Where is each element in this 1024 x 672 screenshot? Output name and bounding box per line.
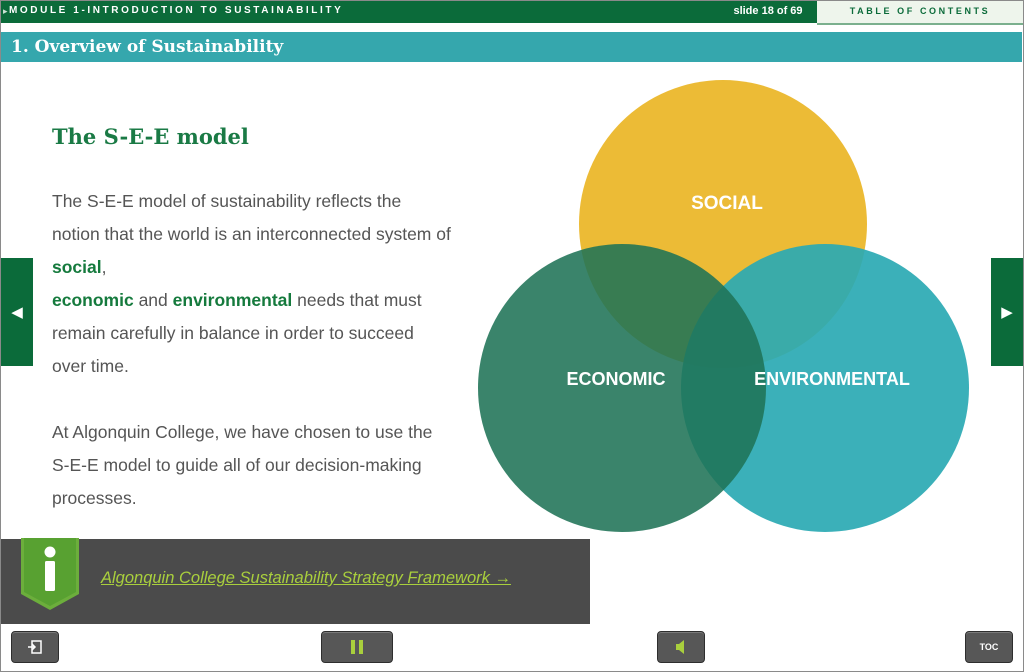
section-bar: 1. Overview of Sustainability [1,32,1022,62]
pause-button[interactable] [321,631,393,663]
see-venn-diagram: SOCIAL ECONOMIC ENVIRONMENTAL [478,80,969,532]
table-of-contents-tab[interactable]: TABLE OF CONTENTS [817,1,1023,25]
top-bar: ▸ MODULE 1-INTRODUCTION TO SUSTAINABILIT… [1,1,1023,25]
toc-button[interactable]: TOC [965,631,1013,663]
social-label: SOCIAL [691,193,763,214]
exit-button[interactable] [11,631,59,663]
arrow-right-icon: ▶ [1001,304,1013,321]
audio-button[interactable] [657,631,705,663]
paragraph-see-model: The S-E-E model of sustainability reflec… [52,185,452,383]
module-title: MODULE 1-INTRODUCTION TO SUSTAINABILITY [9,5,344,16]
slide-counter: slide 18 of 69 [733,5,803,17]
section-title: 1. Overview of Sustainability [11,37,284,57]
environmental-keyword: environmental [172,290,293,310]
environmental-label: ENVIRONMENTAL [754,369,910,389]
arrow-left-icon: ◀ [11,304,23,321]
para1-and: and [133,290,173,310]
next-slide-button[interactable]: ▶ [991,258,1023,366]
speaker-icon [676,640,684,654]
social-keyword: social [52,257,102,277]
pause-icon [351,640,363,654]
para1-text-1: The S-E-E model of sustainability reflec… [52,191,451,244]
info-icon [21,538,79,610]
economic-label: ECONOMIC [567,369,666,389]
exit-icon [28,640,42,654]
economic-keyword: economic [52,290,134,310]
para1-comma: , [101,257,107,277]
strategy-framework-link[interactable]: Algonquin College Sustainability Strateg… [101,569,511,588]
content-heading: The S-E-E model [52,124,249,149]
paragraph-algonquin: At Algonquin College, we have chosen to … [52,422,433,508]
info-bar: Algonquin College Sustainability Strateg… [1,538,590,624]
previous-slide-button[interactable]: ◀ [1,258,33,366]
